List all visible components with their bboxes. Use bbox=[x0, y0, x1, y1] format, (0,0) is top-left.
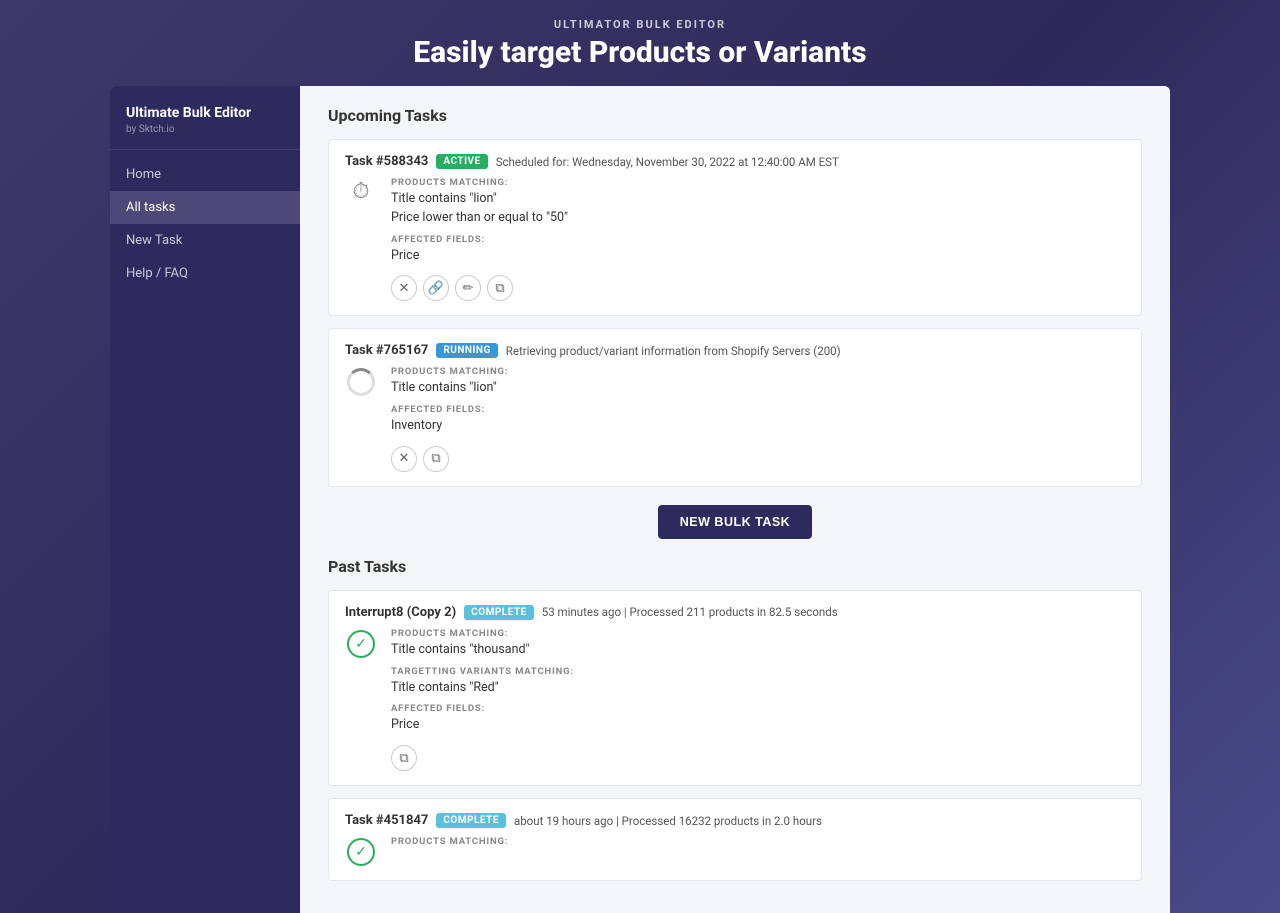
task-header: Interrupt8 (Copy 2) COMPLETE 53 minutes … bbox=[345, 605, 1125, 620]
task-details: PRODUCTS MATCHING: Title contains "lion"… bbox=[391, 366, 1125, 472]
check-icon: ✓ bbox=[345, 628, 377, 771]
affected-fields-label: AFFECTED FIELDS: bbox=[391, 234, 1125, 245]
copy-button[interactable]: ⧉ bbox=[423, 446, 449, 472]
task-body: PRODUCTS MATCHING: Title contains "lion"… bbox=[345, 366, 1125, 472]
brand-title: Ultimate Bulk Editor bbox=[126, 104, 284, 122]
task-id: Task #588343 bbox=[345, 154, 428, 169]
clock-icon: ⏱ bbox=[345, 177, 377, 301]
sidebar-item-all-tasks[interactable]: All tasks bbox=[110, 191, 300, 224]
brand-sub: by Sktch.io bbox=[126, 124, 284, 135]
task-card-765167: Task #765167 RUNNING Retrieving product/… bbox=[328, 328, 1142, 487]
check-icon: ✓ bbox=[345, 836, 377, 866]
new-bulk-task-button[interactable]: NEW BULK TASK bbox=[658, 505, 812, 539]
new-task-btn-wrap: NEW BULK TASK bbox=[328, 505, 1142, 539]
sidebar-brand: Ultimate Bulk Editor by Sktch.io bbox=[110, 86, 300, 150]
products-matching-label: PRODUCTS MATCHING: bbox=[391, 628, 1125, 639]
cancel-button[interactable]: ✕ bbox=[391, 446, 417, 472]
products-matching-value-1: Price lower than or equal to "50" bbox=[391, 209, 1125, 228]
copy-button[interactable]: ⧉ bbox=[487, 275, 513, 301]
sidebar-item-help[interactable]: Help / FAQ bbox=[110, 257, 300, 290]
task-schedule: 53 minutes ago | Processed 211 products … bbox=[542, 605, 838, 619]
targeting-variants-value-0: Title contains "Red" bbox=[391, 679, 1125, 698]
products-matching-value-0: Title contains "lion" bbox=[391, 379, 1125, 398]
edit-button[interactable]: ✏ bbox=[455, 275, 481, 301]
task-body: ✓ PRODUCTS MATCHING: Title contains "tho… bbox=[345, 628, 1125, 771]
content-area: Upcoming Tasks Task #588343 ACTIVE Sched… bbox=[300, 86, 1170, 913]
task-header: Task #588343 ACTIVE Scheduled for: Wedne… bbox=[345, 154, 1125, 169]
task-actions: ⧉ bbox=[391, 745, 1125, 771]
task-id: Task #451847 bbox=[345, 813, 428, 828]
task-card-588343: Task #588343 ACTIVE Scheduled for: Wedne… bbox=[328, 139, 1142, 316]
affected-fields-value: Inventory bbox=[391, 417, 1125, 436]
past-tasks-title: Past Tasks bbox=[328, 557, 1142, 576]
task-details: PRODUCTS MATCHING: Title contains "lion"… bbox=[391, 177, 1125, 301]
app-name: ULTIMATOR BULK EDITOR bbox=[0, 18, 1280, 31]
products-matching-value-0: Title contains "lion" bbox=[391, 190, 1125, 209]
sidebar-item-home[interactable]: Home bbox=[110, 158, 300, 191]
task-header: Task #451847 COMPLETE about 19 hours ago… bbox=[345, 813, 1125, 828]
task-id: Task #765167 bbox=[345, 343, 428, 358]
task-details: PRODUCTS MATCHING: bbox=[391, 836, 1125, 866]
task-schedule: about 19 hours ago | Processed 16232 pro… bbox=[514, 814, 822, 828]
task-header: Task #765167 RUNNING Retrieving product/… bbox=[345, 343, 1125, 358]
products-matching-label: PRODUCTS MATCHING: bbox=[391, 177, 1125, 188]
task-body: ⏱ PRODUCTS MATCHING: Title contains "lio… bbox=[345, 177, 1125, 301]
task-badge-active: ACTIVE bbox=[436, 154, 487, 169]
task-badge-complete: COMPLETE bbox=[436, 813, 506, 828]
sidebar: Ultimate Bulk Editor by Sktch.io Home Al… bbox=[110, 86, 300, 913]
targeting-variants-label: TARGETTING VARIANTS MATCHING: bbox=[391, 666, 1125, 677]
task-schedule: Scheduled for: Wednesday, November 30, 2… bbox=[496, 155, 839, 169]
affected-fields-label: AFFECTED FIELDS: bbox=[391, 404, 1125, 415]
task-details: PRODUCTS MATCHING: Title contains "thous… bbox=[391, 628, 1125, 771]
spinner-icon bbox=[345, 366, 377, 472]
upcoming-tasks-title: Upcoming Tasks bbox=[328, 106, 1142, 125]
copy-button[interactable]: ⧉ bbox=[391, 745, 417, 771]
task-actions: ✕ ⧉ bbox=[391, 446, 1125, 472]
tagline: Easily target Products or Variants bbox=[0, 35, 1280, 70]
products-matching-label: PRODUCTS MATCHING: bbox=[391, 836, 1125, 847]
link-button[interactable]: 🔗 bbox=[423, 275, 449, 301]
task-schedule: Retrieving product/variant information f… bbox=[506, 344, 841, 358]
products-matching-value-0: Title contains "thousand" bbox=[391, 641, 1125, 660]
task-actions: ✕ 🔗 ✏ ⧉ bbox=[391, 275, 1125, 301]
task-body: ✓ PRODUCTS MATCHING: bbox=[345, 836, 1125, 866]
task-badge-complete: COMPLETE bbox=[464, 605, 534, 620]
task-badge-running: RUNNING bbox=[436, 343, 497, 358]
task-card-interrupt8: Interrupt8 (Copy 2) COMPLETE 53 minutes … bbox=[328, 590, 1142, 786]
sidebar-nav: Home All tasks New Task Help / FAQ bbox=[110, 150, 300, 298]
main-container: Ultimate Bulk Editor by Sktch.io Home Al… bbox=[110, 86, 1170, 913]
sidebar-item-new-task[interactable]: New Task bbox=[110, 224, 300, 257]
cancel-button[interactable]: ✕ bbox=[391, 275, 417, 301]
task-card-451847: Task #451847 COMPLETE about 19 hours ago… bbox=[328, 798, 1142, 881]
affected-fields-value: Price bbox=[391, 716, 1125, 735]
affected-fields-value: Price bbox=[391, 247, 1125, 266]
task-id: Interrupt8 (Copy 2) bbox=[345, 605, 456, 620]
affected-fields-label: AFFECTED FIELDS: bbox=[391, 703, 1125, 714]
products-matching-label: PRODUCTS MATCHING: bbox=[391, 366, 1125, 377]
